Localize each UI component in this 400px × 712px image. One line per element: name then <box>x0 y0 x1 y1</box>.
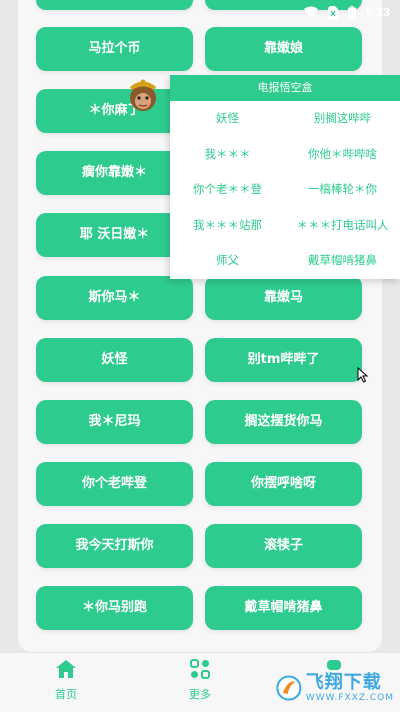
phrase-button[interactable]: 靠嫩娘 <box>205 27 362 71</box>
phrase-button[interactable]: 斯你马＊ <box>36 276 193 320</box>
phrase-button[interactable]: 别tm哔哔了 <box>205 338 362 382</box>
phrase-button[interactable]: 我＊尼玛 <box>36 400 193 444</box>
popup-grid: 妖怪 别搁这哔哔 我＊＊＊ 你他＊哔哔啥 你个老＊＊登 一槁棒轮＊你 我＊＊＊站… <box>170 101 400 279</box>
popup-item[interactable]: 别搁这哔哔 <box>285 101 400 137</box>
popup-item[interactable]: 一槁棒轮＊你 <box>285 172 400 208</box>
popup-item[interactable]: ＊＊＊打电话叫人 <box>285 208 400 244</box>
popup-panel: 电报悟空盒 妖怪 别搁这哔哔 我＊＊＊ 你他＊哔哔啥 你个老＊＊登 一槁棒轮＊你… <box>170 75 400 279</box>
more-icon <box>190 659 210 679</box>
phrase-button[interactable]: 靠嫩马 <box>205 276 362 320</box>
phrase-button[interactable]: 戴草帽啃猪鼻 <box>205 586 362 630</box>
phrase-button[interactable]: 马拉个币 <box>36 27 193 71</box>
watermark-url: WWW.FXXZ.COM <box>305 693 394 703</box>
status-time: 5:23 <box>365 5 390 19</box>
popup-item[interactable]: 你他＊哔哔啥 <box>285 137 400 173</box>
watermark-title: 飞翔下载 <box>305 672 382 693</box>
tab-home[interactable]: 首页 <box>36 659 96 702</box>
phrase-button[interactable]: ＊你马别跑 <box>36 586 193 630</box>
phrase-button[interactable]: 妖怪 <box>36 338 193 382</box>
watermark: 飞翔下载 WWW.FXXZ.COM <box>276 664 394 712</box>
wifi-icon <box>303 6 318 18</box>
phrase-button[interactable]: 你个老哔登 <box>36 462 193 506</box>
popup-item[interactable]: 戴草帽啃猪鼻 <box>285 243 400 279</box>
phrase-button[interactable]: 你摆呼啥呀 <box>205 462 362 506</box>
no-sim-icon <box>327 5 338 19</box>
tab-home-label: 首页 <box>55 688 77 701</box>
popup-item[interactable]: 我＊＊＊ <box>170 137 285 173</box>
home-icon <box>56 660 76 678</box>
tab-more[interactable]: 更多 <box>170 659 230 702</box>
popup-title: 电报悟空盒 <box>170 75 400 101</box>
popup-item[interactable]: 师父 <box>170 243 285 279</box>
monkey-king-avatar[interactable] <box>124 78 162 112</box>
popup-item[interactable]: 妖怪 <box>170 101 285 137</box>
watermark-logo-icon <box>276 675 302 701</box>
popup-item[interactable]: 你个老＊＊登 <box>170 172 285 208</box>
popup-item[interactable]: 我＊＊＊站那 <box>170 208 285 244</box>
battery-icon <box>347 5 356 19</box>
phrase-button[interactable]: 搁这摆货你马 <box>205 400 362 444</box>
phrase-button[interactable]: 我今天打斯你 <box>36 524 193 568</box>
phrase-button[interactable]: 滚犊子 <box>205 524 362 568</box>
status-bar: 5:23 <box>0 0 400 24</box>
mouse-cursor-icon <box>357 367 369 383</box>
bottom-tab-bar: 首页 更多 飞翔下载 WWW.FXXZ.COM <box>0 652 400 712</box>
tab-more-label: 更多 <box>189 688 211 701</box>
